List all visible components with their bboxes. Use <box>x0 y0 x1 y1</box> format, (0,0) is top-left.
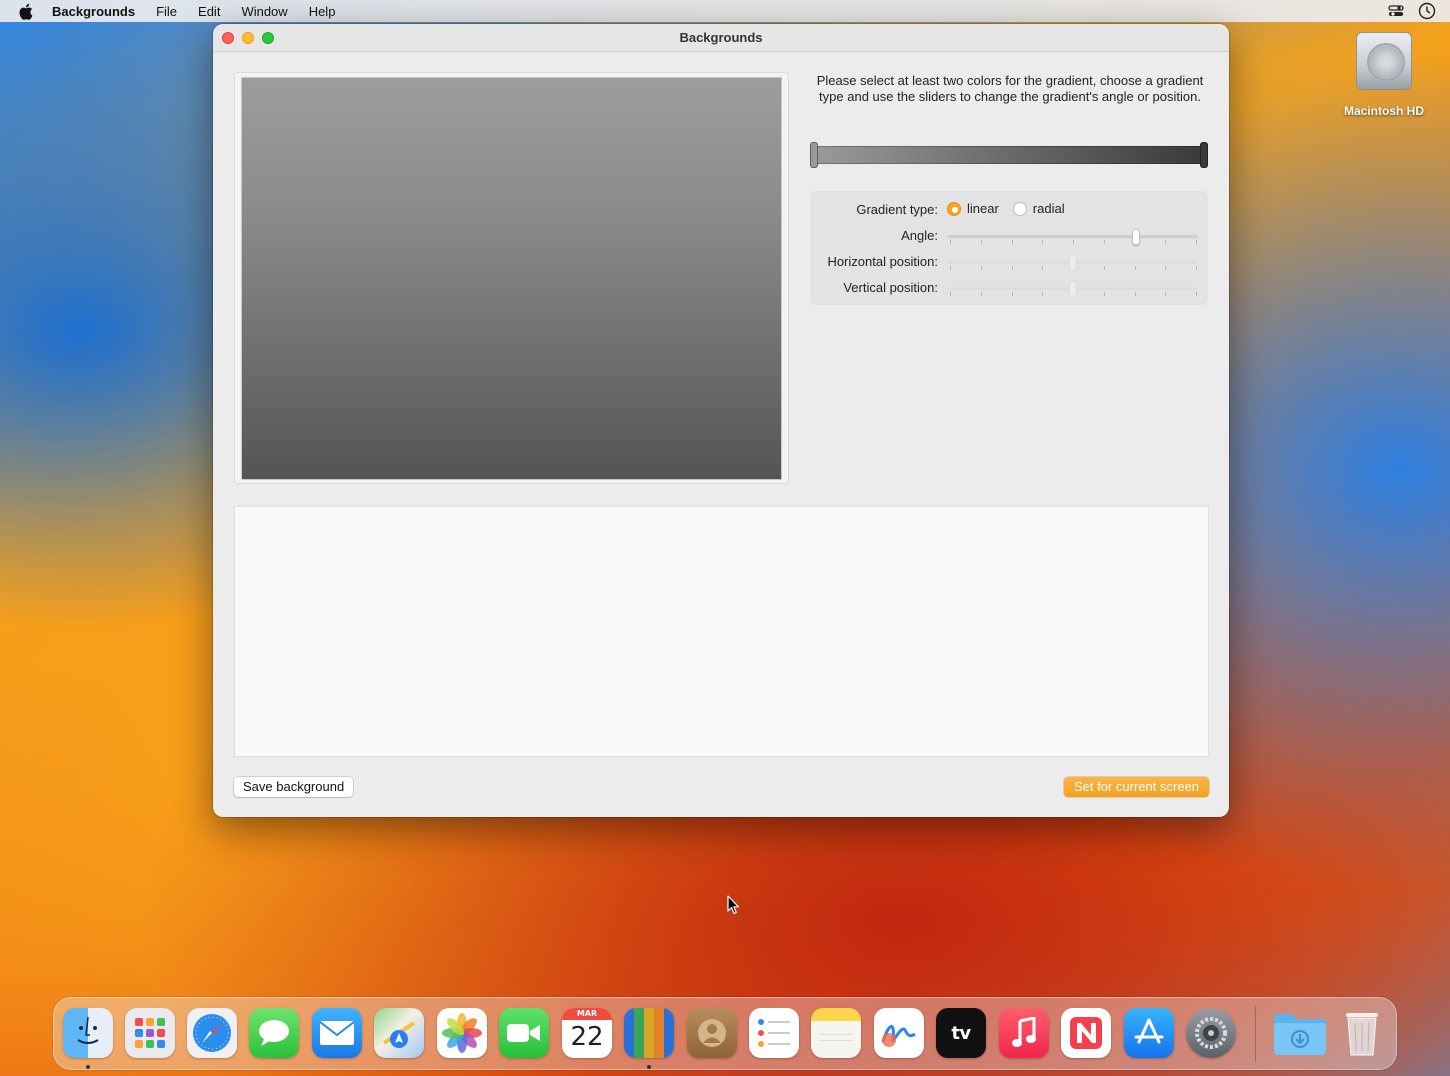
gradient-type-row: Gradient type: linear radial <box>810 200 1208 220</box>
menu-help[interactable]: Help <box>309 4 336 19</box>
slider-tick <box>950 292 951 296</box>
saved-backgrounds-area[interactable] <box>234 506 1209 757</box>
slider-tick <box>981 240 982 244</box>
save-background-button[interactable]: Save background <box>234 777 354 797</box>
set-for-current-screen-button[interactable]: Set for current screen <box>1064 777 1209 797</box>
menu-app-name[interactable]: Backgrounds <box>52 4 135 19</box>
clock-icon[interactable] <box>1418 2 1436 23</box>
slider-tick <box>950 240 951 244</box>
finder-icon[interactable] <box>63 1008 113 1058</box>
apple-menu-icon[interactable] <box>18 3 36 20</box>
slider-tick <box>1135 266 1136 270</box>
system-settings-icon[interactable] <box>1186 1008 1236 1058</box>
horizontal-position-label: Horizontal position: <box>827 254 938 269</box>
slider-tick <box>1196 240 1197 244</box>
photos-icon[interactable] <box>437 1008 487 1058</box>
calendar-month: MAR <box>562 1008 612 1020</box>
news-icon[interactable] <box>1061 1008 1111 1058</box>
menu-edit[interactable]: Edit <box>198 4 220 19</box>
slider-tick <box>1135 292 1136 296</box>
slider-thumb[interactable] <box>1069 281 1077 297</box>
slider-tick <box>1012 240 1013 244</box>
window-title: Backgrounds <box>679 30 763 45</box>
disk-label: Macintosh HD <box>1343 104 1424 118</box>
slider-tick <box>981 266 982 270</box>
facetime-icon[interactable] <box>499 1008 549 1058</box>
mail-icon[interactable] <box>312 1008 362 1058</box>
slider-tick <box>1012 266 1013 270</box>
slider-tick <box>1073 240 1074 244</box>
vertical-row: Vertical position: <box>810 278 1208 298</box>
vertical-position-slider[interactable] <box>948 281 1198 297</box>
gradient-stop-start[interactable] <box>810 142 818 168</box>
slider-tick <box>950 266 951 270</box>
menu-bar: Backgrounds File Edit Window Help <box>0 0 1450 22</box>
freeform-icon[interactable] <box>874 1008 924 1058</box>
slider-thumb[interactable] <box>1069 255 1077 271</box>
gradient-color-editor[interactable] <box>810 142 1208 168</box>
radio-radial-label[interactable]: radial <box>1033 201 1065 216</box>
messages-icon[interactable] <box>249 1008 299 1058</box>
app-window: Backgrounds Please select at least two c… <box>213 24 1229 817</box>
gradient-stop-end[interactable] <box>1200 142 1208 168</box>
slider-tick <box>1165 240 1166 244</box>
slider-tick <box>1165 266 1166 270</box>
slider-tick <box>1196 266 1197 270</box>
angle-slider[interactable] <box>948 229 1198 245</box>
slider-tick <box>1042 266 1043 270</box>
horizontal-position-slider[interactable] <box>948 255 1198 271</box>
title-bar[interactable]: Backgrounds <box>213 24 1229 52</box>
reminders-icon[interactable] <box>749 1008 799 1058</box>
slider-tick <box>1042 292 1043 296</box>
horizontal-row: Horizontal position: <box>810 252 1208 272</box>
gradient-type-label: Gradient type: <box>856 202 938 217</box>
vertical-position-label: Vertical position: <box>843 280 938 295</box>
dock: MAR 22 tv <box>53 997 1397 1070</box>
trash-icon[interactable] <box>1337 1008 1387 1058</box>
slider-tick <box>1042 240 1043 244</box>
calendar-icon[interactable]: MAR 22 <box>562 1008 612 1058</box>
angle-row: Angle: <box>810 226 1208 246</box>
gradient-controls: Gradient type: linear radial Angle: Hori… <box>810 191 1208 305</box>
slider-tick <box>1104 266 1105 270</box>
menu-file[interactable]: File <box>156 4 177 19</box>
contacts-icon[interactable] <box>687 1008 737 1058</box>
slider-tick <box>1196 292 1197 296</box>
slider-tick <box>1012 292 1013 296</box>
slider-tick <box>1165 292 1166 296</box>
radio-linear-label[interactable]: linear <box>967 201 999 216</box>
control-center-icon[interactable] <box>1388 3 1404 22</box>
apple-tv-icon[interactable]: tv <box>936 1008 986 1058</box>
slider-tick <box>1104 240 1105 244</box>
slider-track[interactable] <box>948 235 1198 238</box>
desktop-disk[interactable]: Macintosh HD <box>1334 30 1434 118</box>
preview-frame <box>234 72 789 484</box>
maps-icon[interactable] <box>374 1008 424 1058</box>
downloads-folder-icon[interactable] <box>1272 1008 1328 1058</box>
hard-disk-icon <box>1356 32 1412 90</box>
radio-radial[interactable] <box>1012 201 1027 216</box>
gradient-bar[interactable] <box>814 146 1204 164</box>
menu-window[interactable]: Window <box>241 4 287 19</box>
slider-tick <box>1104 292 1105 296</box>
mouse-cursor-icon <box>727 895 741 918</box>
app-store-icon[interactable] <box>1124 1008 1174 1058</box>
radio-linear[interactable] <box>947 201 961 216</box>
safari-icon[interactable] <box>187 1008 237 1058</box>
calendar-day: 22 <box>570 1022 604 1052</box>
slider-thumb[interactable] <box>1132 229 1140 245</box>
angle-label: Angle: <box>901 228 938 243</box>
dock-separator <box>1255 1006 1256 1062</box>
notes-icon[interactable] <box>811 1008 861 1058</box>
slider-tick <box>981 292 982 296</box>
music-icon[interactable] <box>999 1008 1049 1058</box>
tv-label: tv <box>951 1022 971 1044</box>
launchpad-icon[interactable] <box>125 1008 175 1058</box>
backgrounds-app-icon[interactable] <box>624 1008 674 1058</box>
gradient-preview <box>241 77 782 480</box>
instructions-text: Please select at least two colors for th… <box>816 73 1204 104</box>
